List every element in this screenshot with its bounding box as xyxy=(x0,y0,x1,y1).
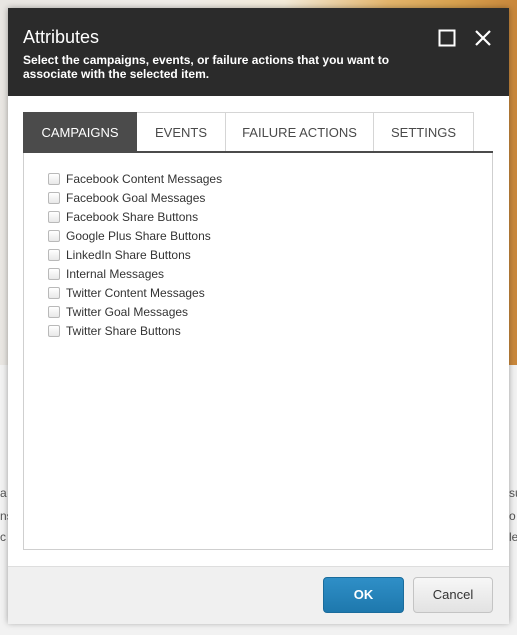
checkbox[interactable] xyxy=(48,210,60,223)
checkbox-label: Facebook Share Buttons xyxy=(66,209,199,224)
dialog-footer: OK Cancel xyxy=(8,566,509,624)
background-text-fragment: o xyxy=(509,509,516,523)
dialog-header: Attributes Select the campaigns, events,… xyxy=(8,8,509,96)
checkbox[interactable] xyxy=(48,324,60,337)
campaign-checkbox-item[interactable]: LinkedIn Share Buttons xyxy=(48,245,222,264)
campaign-checkbox-item[interactable]: Facebook Share Buttons xyxy=(48,207,222,226)
close-icon xyxy=(475,30,491,46)
checkbox[interactable] xyxy=(48,267,60,280)
tab-settings[interactable]: SETTINGS xyxy=(374,112,474,153)
checkbox-label: Twitter Goal Messages xyxy=(66,304,189,319)
ok-button[interactable]: OK xyxy=(323,577,404,613)
cancel-button[interactable]: Cancel xyxy=(413,577,493,613)
tab-campaigns[interactable]: CAMPAIGNS xyxy=(23,112,137,153)
maximize-icon xyxy=(438,29,456,47)
campaign-checkbox-item[interactable]: Facebook Content Messages xyxy=(48,169,222,188)
campaign-checkbox-item[interactable]: Google Plus Share Buttons xyxy=(48,226,222,245)
campaigns-panel: Facebook Content Messages Facebook Goal … xyxy=(23,153,493,550)
checkbox[interactable] xyxy=(48,248,60,261)
campaign-checkbox-item[interactable]: Facebook Goal Messages xyxy=(48,188,222,207)
checkbox-label: Facebook Goal Messages xyxy=(66,190,206,205)
checkbox[interactable] xyxy=(48,305,60,318)
tab-bar: CAMPAIGNS EVENTS FAILURE ACTIONS SETTING… xyxy=(23,112,474,153)
background-text-fragment: le xyxy=(509,530,517,544)
campaign-checkbox-item[interactable]: Internal Messages xyxy=(48,264,222,283)
checkbox-label: Twitter Share Buttons xyxy=(66,323,181,338)
tab-failure-actions[interactable]: FAILURE ACTIONS xyxy=(226,112,374,153)
campaign-checkbox-item[interactable]: Twitter Content Messages xyxy=(48,283,222,302)
checkbox[interactable] xyxy=(48,229,60,242)
checkbox[interactable] xyxy=(48,172,60,185)
tab-events[interactable]: EVENTS xyxy=(137,112,226,153)
checkbox-label: Internal Messages xyxy=(66,266,165,281)
close-button[interactable] xyxy=(474,29,492,47)
dialog-body: CAMPAIGNS EVENTS FAILURE ACTIONS SETTING… xyxy=(8,96,509,566)
campaign-checkbox-item[interactable]: Twitter Goal Messages xyxy=(48,302,222,321)
checkbox-label: Facebook Content Messages xyxy=(66,171,223,186)
checkbox[interactable] xyxy=(48,191,60,204)
checkbox-label: Twitter Content Messages xyxy=(66,285,205,300)
campaign-checkbox-item[interactable]: Twitter Share Buttons xyxy=(48,321,222,340)
background-text-fragment: c xyxy=(0,530,6,544)
background-text-fragment: a xyxy=(0,486,7,500)
checkbox-label: Google Plus Share Buttons xyxy=(66,228,211,243)
checkbox-label: LinkedIn Share Buttons xyxy=(66,247,191,262)
checkbox[interactable] xyxy=(48,286,60,299)
background-text-fragment: su xyxy=(509,486,517,500)
campaign-checkbox-list: Facebook Content Messages Facebook Goal … xyxy=(48,169,222,340)
dialog-subtitle: Select the campaigns, events, or failure… xyxy=(23,53,390,81)
attributes-dialog: Attributes Select the campaigns, events,… xyxy=(8,8,509,624)
maximize-button[interactable] xyxy=(438,29,456,47)
dialog-title: Attributes xyxy=(23,27,100,47)
